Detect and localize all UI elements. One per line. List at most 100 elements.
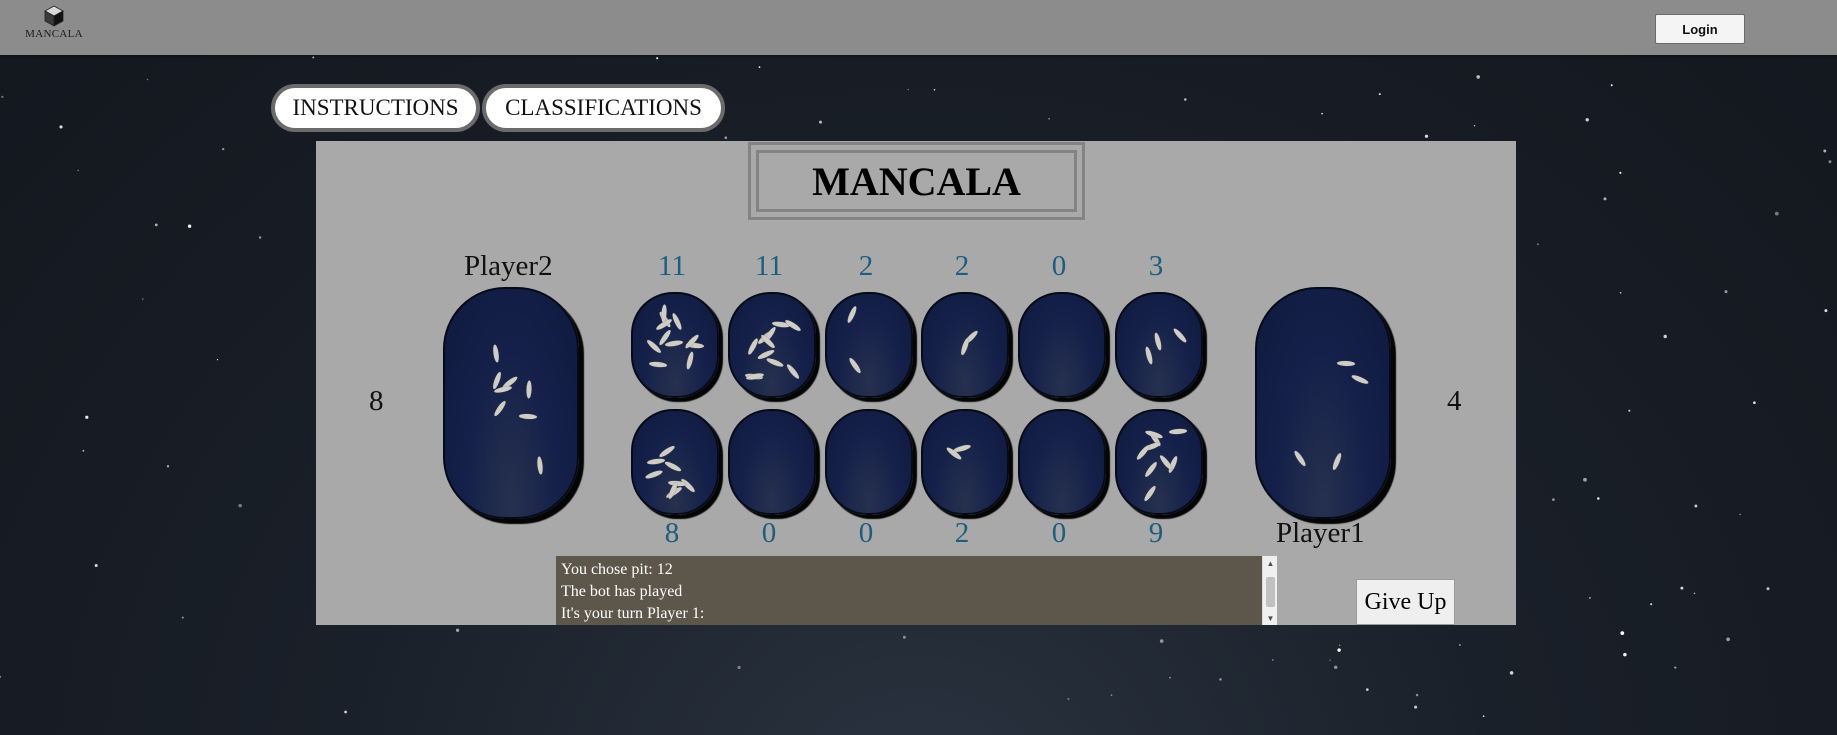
top-pit-4-count: 2 bbox=[954, 250, 970, 282]
scrollbar-thumb[interactable] bbox=[1266, 577, 1275, 607]
star bbox=[1663, 334, 1667, 339]
star bbox=[455, 628, 460, 632]
top-pit-5[interactable] bbox=[1018, 292, 1106, 398]
star bbox=[312, 56, 315, 59]
mancala-logo[interactable]: MANCALA bbox=[24, 5, 84, 45]
bottom-pit-3-count: 0 bbox=[858, 517, 874, 549]
star bbox=[1552, 498, 1555, 501]
star bbox=[0, 675, 2, 678]
star bbox=[1337, 648, 1341, 652]
top-pit-5-count: 0 bbox=[1051, 250, 1067, 282]
login-button[interactable]: Login bbox=[1655, 14, 1745, 44]
seed-stone bbox=[1168, 427, 1187, 435]
star bbox=[222, 147, 225, 151]
star bbox=[77, 169, 80, 172]
top-pit-2[interactable] bbox=[728, 292, 816, 398]
star bbox=[1650, 603, 1653, 606]
game-board-panel: MANCALA Player2 Player1 8 4 11 11 2 2 0 … bbox=[316, 141, 1516, 625]
bottom-pit-6-count: 9 bbox=[1148, 517, 1164, 549]
top-pit-4[interactable] bbox=[921, 292, 1009, 398]
star bbox=[238, 503, 242, 508]
star bbox=[1774, 211, 1779, 216]
player1-score: 4 bbox=[1447, 385, 1462, 417]
bottom-pit-6[interactable] bbox=[1115, 409, 1203, 515]
top-pit-3-count: 2 bbox=[858, 250, 874, 282]
star bbox=[1739, 513, 1742, 516]
star bbox=[1628, 409, 1631, 412]
star bbox=[1271, 659, 1274, 661]
star bbox=[85, 415, 89, 419]
star bbox=[59, 125, 63, 129]
seed-stone bbox=[1135, 444, 1151, 462]
bottom-pit-3[interactable] bbox=[825, 409, 913, 515]
seed-stone bbox=[491, 343, 500, 363]
bottom-pit-4-count: 2 bbox=[954, 517, 970, 549]
star bbox=[258, 236, 262, 239]
star bbox=[82, 449, 85, 452]
bottom-pit-5[interactable] bbox=[1018, 409, 1106, 515]
log-scrollbar[interactable]: ▲ ▼ bbox=[1262, 556, 1277, 625]
star bbox=[1824, 309, 1828, 313]
star bbox=[146, 78, 149, 81]
seed-stone bbox=[765, 356, 785, 368]
game-log-text: You chose pit: 12 The bot has played It'… bbox=[561, 559, 704, 625]
seed-stone bbox=[785, 363, 801, 381]
star bbox=[1329, 659, 1331, 661]
star bbox=[1537, 243, 1539, 245]
seed-stone bbox=[1351, 373, 1370, 386]
seed-stone bbox=[670, 312, 683, 331]
star bbox=[1693, 592, 1696, 595]
classifications-button[interactable]: CLASSIFICATIONS bbox=[482, 84, 725, 132]
star bbox=[1583, 477, 1587, 482]
scroll-down-arrow-icon[interactable]: ▼ bbox=[1263, 611, 1278, 625]
star bbox=[94, 563, 98, 568]
star bbox=[1589, 597, 1591, 599]
star bbox=[737, 665, 741, 670]
seed-stone bbox=[845, 305, 858, 324]
star bbox=[1509, 671, 1514, 675]
seed-stone bbox=[684, 350, 695, 370]
star bbox=[1476, 75, 1480, 79]
star bbox=[1724, 290, 1728, 294]
star bbox=[1680, 586, 1684, 590]
player2-score: 8 bbox=[369, 385, 384, 417]
seed-stone bbox=[525, 380, 532, 399]
star bbox=[1753, 401, 1756, 405]
game-log[interactable]: You chose pit: 12 The bot has played It'… bbox=[556, 556, 1277, 625]
seed-stone bbox=[1292, 449, 1307, 468]
star bbox=[1726, 637, 1730, 642]
star bbox=[1110, 694, 1113, 696]
seed-stone bbox=[648, 361, 668, 369]
star bbox=[142, 298, 144, 300]
star bbox=[1610, 84, 1613, 87]
top-pit-1[interactable] bbox=[631, 292, 719, 398]
star bbox=[1482, 715, 1485, 717]
star bbox=[216, 359, 219, 361]
bottom-pit-2[interactable] bbox=[728, 409, 816, 515]
seed-stone bbox=[848, 356, 863, 374]
seed-stone bbox=[647, 457, 666, 466]
star bbox=[1674, 666, 1677, 669]
star bbox=[1823, 149, 1827, 153]
star bbox=[187, 224, 192, 228]
star bbox=[1415, 693, 1419, 697]
star bbox=[166, 465, 170, 468]
star bbox=[907, 88, 909, 91]
top-pit-3[interactable] bbox=[825, 292, 913, 398]
bottom-pit-4[interactable] bbox=[921, 409, 1009, 515]
star bbox=[1766, 587, 1770, 591]
star bbox=[154, 223, 158, 227]
star bbox=[1321, 112, 1323, 115]
star bbox=[1473, 125, 1476, 127]
star bbox=[1694, 504, 1698, 508]
scroll-up-arrow-icon[interactable]: ▲ bbox=[1263, 556, 1278, 570]
seed-stone bbox=[657, 444, 676, 459]
seed-stone bbox=[1330, 452, 1343, 472]
logo-text: MANCALA bbox=[25, 28, 83, 40]
seed-stone bbox=[492, 399, 507, 418]
seed-stone bbox=[1171, 326, 1188, 344]
top-pit-6[interactable] bbox=[1115, 292, 1203, 398]
instructions-button[interactable]: INSTRUCTIONS bbox=[271, 84, 480, 132]
bottom-pit-1[interactable] bbox=[631, 409, 719, 515]
give-up-button[interactable]: Give Up bbox=[1356, 579, 1455, 625]
